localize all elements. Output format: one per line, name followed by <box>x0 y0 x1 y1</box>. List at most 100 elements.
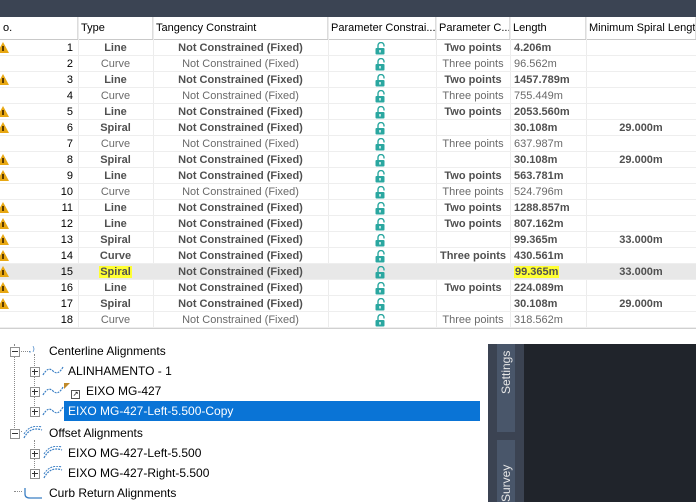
col-header-length[interactable]: Length <box>510 17 586 39</box>
entity-type-cell[interactable]: Line <box>78 216 153 232</box>
alignment-entities-grid[interactable]: o. Type Tangency Constraint Parameter Co… <box>0 17 696 328</box>
lock-icon[interactable] <box>374 265 388 279</box>
col-header-parameter-c[interactable]: Parameter C... <box>436 17 510 39</box>
parameter-cell[interactable]: Three points <box>436 312 510 328</box>
entity-type-cell[interactable]: Spiral <box>78 152 153 168</box>
entity-type-cell[interactable]: Line <box>78 40 153 56</box>
tangency-constraint-cell[interactable]: Not Constrained (Fixed) <box>153 120 328 136</box>
length-cell[interactable]: 318.562m <box>514 312 586 328</box>
lock-icon[interactable] <box>374 201 388 215</box>
lock-icon[interactable] <box>374 185 388 199</box>
tangency-constraint-cell[interactable]: Not Constrained (Fixed) <box>153 296 328 312</box>
parameter-cell[interactable] <box>436 232 510 248</box>
table-row[interactable]: 10 Curve Not Constrained (Fixed) Three poin… <box>0 184 696 200</box>
min-spiral-length-cell[interactable] <box>586 200 696 216</box>
expand-icon[interactable] <box>30 469 40 479</box>
min-spiral-length-cell[interactable] <box>586 280 696 296</box>
tangency-constraint-cell[interactable]: Not Constrained (Fixed) <box>153 264 328 280</box>
min-spiral-length-cell[interactable] <box>586 312 696 328</box>
table-row[interactable]: 1 Line Not Constrained (Fixed) Two points 4.… <box>0 40 696 56</box>
expand-icon[interactable] <box>30 367 40 377</box>
min-spiral-length-cell[interactable] <box>586 88 696 104</box>
table-row[interactable]: 18 Curve Not Constrained (Fixed) Three poin… <box>0 312 696 328</box>
panel-splitter[interactable] <box>0 328 696 345</box>
lock-icon[interactable] <box>374 281 388 295</box>
tangency-constraint-cell[interactable]: Not Constrained (Fixed) <box>153 88 328 104</box>
length-cell[interactable]: 4.206m <box>514 40 586 56</box>
table-row[interactable]: 14 Curve Not Constrained (Fixed) Three poin… <box>0 248 696 264</box>
lock-icon[interactable] <box>374 73 388 87</box>
tangency-constraint-cell[interactable]: Not Constrained (Fixed) <box>153 248 328 264</box>
lock-icon[interactable] <box>374 57 388 71</box>
col-header-no[interactable]: o. <box>0 17 78 39</box>
parameter-cell[interactable]: Two points <box>436 104 510 120</box>
min-spiral-length-cell[interactable]: 29.000m <box>586 152 696 168</box>
parameter-cell[interactable]: Two points <box>436 280 510 296</box>
entity-type-cell[interactable]: Spiral <box>78 232 153 248</box>
min-spiral-length-cell[interactable] <box>586 40 696 56</box>
length-cell[interactable]: 430.561m <box>514 248 586 264</box>
min-spiral-length-cell[interactable] <box>586 184 696 200</box>
length-cell[interactable]: 99.365m <box>514 232 586 248</box>
lock-icon[interactable] <box>374 41 388 55</box>
parameter-cell[interactable]: Three points <box>436 136 510 152</box>
table-row[interactable]: 4 Curve Not Constrained (Fixed) Three point… <box>0 88 696 104</box>
entity-type-cell[interactable]: Curve <box>78 56 153 72</box>
min-spiral-length-cell[interactable]: 33.000m <box>586 232 696 248</box>
table-row[interactable]: 17 Spiral Not Constrained (Fixed) 30.108m 29… <box>0 296 696 312</box>
table-row[interactable]: 15 Spiral Not Constrained (Fixed) 99.365m 33… <box>0 264 696 280</box>
length-cell[interactable]: 30.108m <box>514 296 586 312</box>
min-spiral-length-cell[interactable] <box>586 168 696 184</box>
entity-type-cell[interactable]: Spiral <box>78 264 153 280</box>
min-spiral-length-cell[interactable]: 29.000m <box>586 120 696 136</box>
length-cell[interactable]: 524.796m <box>514 184 586 200</box>
length-cell[interactable]: 637.987m <box>514 136 586 152</box>
length-cell[interactable]: 99.365m <box>514 264 586 280</box>
tangency-constraint-cell[interactable]: Not Constrained (Fixed) <box>153 280 328 296</box>
tangency-constraint-cell[interactable]: Not Constrained (Fixed) <box>153 184 328 200</box>
tangency-constraint-cell[interactable]: Not Constrained (Fixed) <box>153 40 328 56</box>
table-row[interactable]: 2 Curve Not Constrained (Fixed) Three point… <box>0 56 696 72</box>
tangency-constraint-cell[interactable]: Not Constrained (Fixed) <box>153 200 328 216</box>
tangency-constraint-cell[interactable]: Not Constrained (Fixed) <box>153 312 328 328</box>
tab-settings[interactable]: Settings <box>497 344 515 432</box>
length-cell[interactable]: 563.781m <box>514 168 586 184</box>
tab-survey[interactable]: Survey <box>497 440 515 502</box>
parameter-cell[interactable]: Two points <box>436 40 510 56</box>
parameter-cell[interactable]: Two points <box>436 72 510 88</box>
lock-icon[interactable] <box>374 153 388 167</box>
length-cell[interactable]: 96.562m <box>514 56 586 72</box>
col-header-type[interactable]: Type <box>78 17 153 39</box>
min-spiral-length-cell[interactable] <box>586 248 696 264</box>
parameter-cell[interactable]: Two points <box>436 200 510 216</box>
length-cell[interactable]: 224.089m <box>514 280 586 296</box>
min-spiral-length-cell[interactable]: 33.000m <box>586 264 696 280</box>
entity-type-cell[interactable]: Curve <box>78 312 153 328</box>
table-row[interactable]: 8 Spiral Not Constrained (Fixed) 30.108m 29.… <box>0 152 696 168</box>
length-cell[interactable]: 807.162m <box>514 216 586 232</box>
min-spiral-length-cell[interactable] <box>586 104 696 120</box>
entity-type-cell[interactable]: Curve <box>78 136 153 152</box>
collapse-icon[interactable] <box>10 429 20 439</box>
entity-type-cell[interactable]: Line <box>78 200 153 216</box>
length-cell[interactable]: 755.449m <box>514 88 586 104</box>
entity-type-cell[interactable]: Line <box>78 280 153 296</box>
parameter-cell[interactable] <box>436 152 510 168</box>
parameter-cell[interactable]: Three points <box>436 56 510 72</box>
tangency-constraint-cell[interactable]: Not Constrained (Fixed) <box>153 136 328 152</box>
parameter-cell[interactable] <box>436 264 510 280</box>
min-spiral-length-cell[interactable]: 29.000m <box>586 296 696 312</box>
tangency-constraint-cell[interactable]: Not Constrained (Fixed) <box>153 152 328 168</box>
parameter-cell[interactable]: Three points <box>436 184 510 200</box>
parameter-cell[interactable]: Three points <box>436 248 510 264</box>
entity-type-cell[interactable]: Curve <box>78 248 153 264</box>
parameter-cell[interactable]: Three points <box>436 88 510 104</box>
prospector-tree[interactable]: ·⁾ Centerline Alignments ALINHAMENTO - 1… <box>0 344 488 502</box>
parameter-cell[interactable]: Two points <box>436 168 510 184</box>
col-header-parameter-constraint[interactable]: Parameter Constrai... <box>328 17 436 39</box>
entity-type-cell[interactable]: Line <box>78 104 153 120</box>
expand-icon[interactable] <box>30 407 40 417</box>
col-header-tangency[interactable]: Tangency Constraint <box>153 17 328 39</box>
table-row[interactable]: 9 Line Not Constrained (Fixed) Two points 56… <box>0 168 696 184</box>
lock-icon[interactable] <box>374 137 388 151</box>
